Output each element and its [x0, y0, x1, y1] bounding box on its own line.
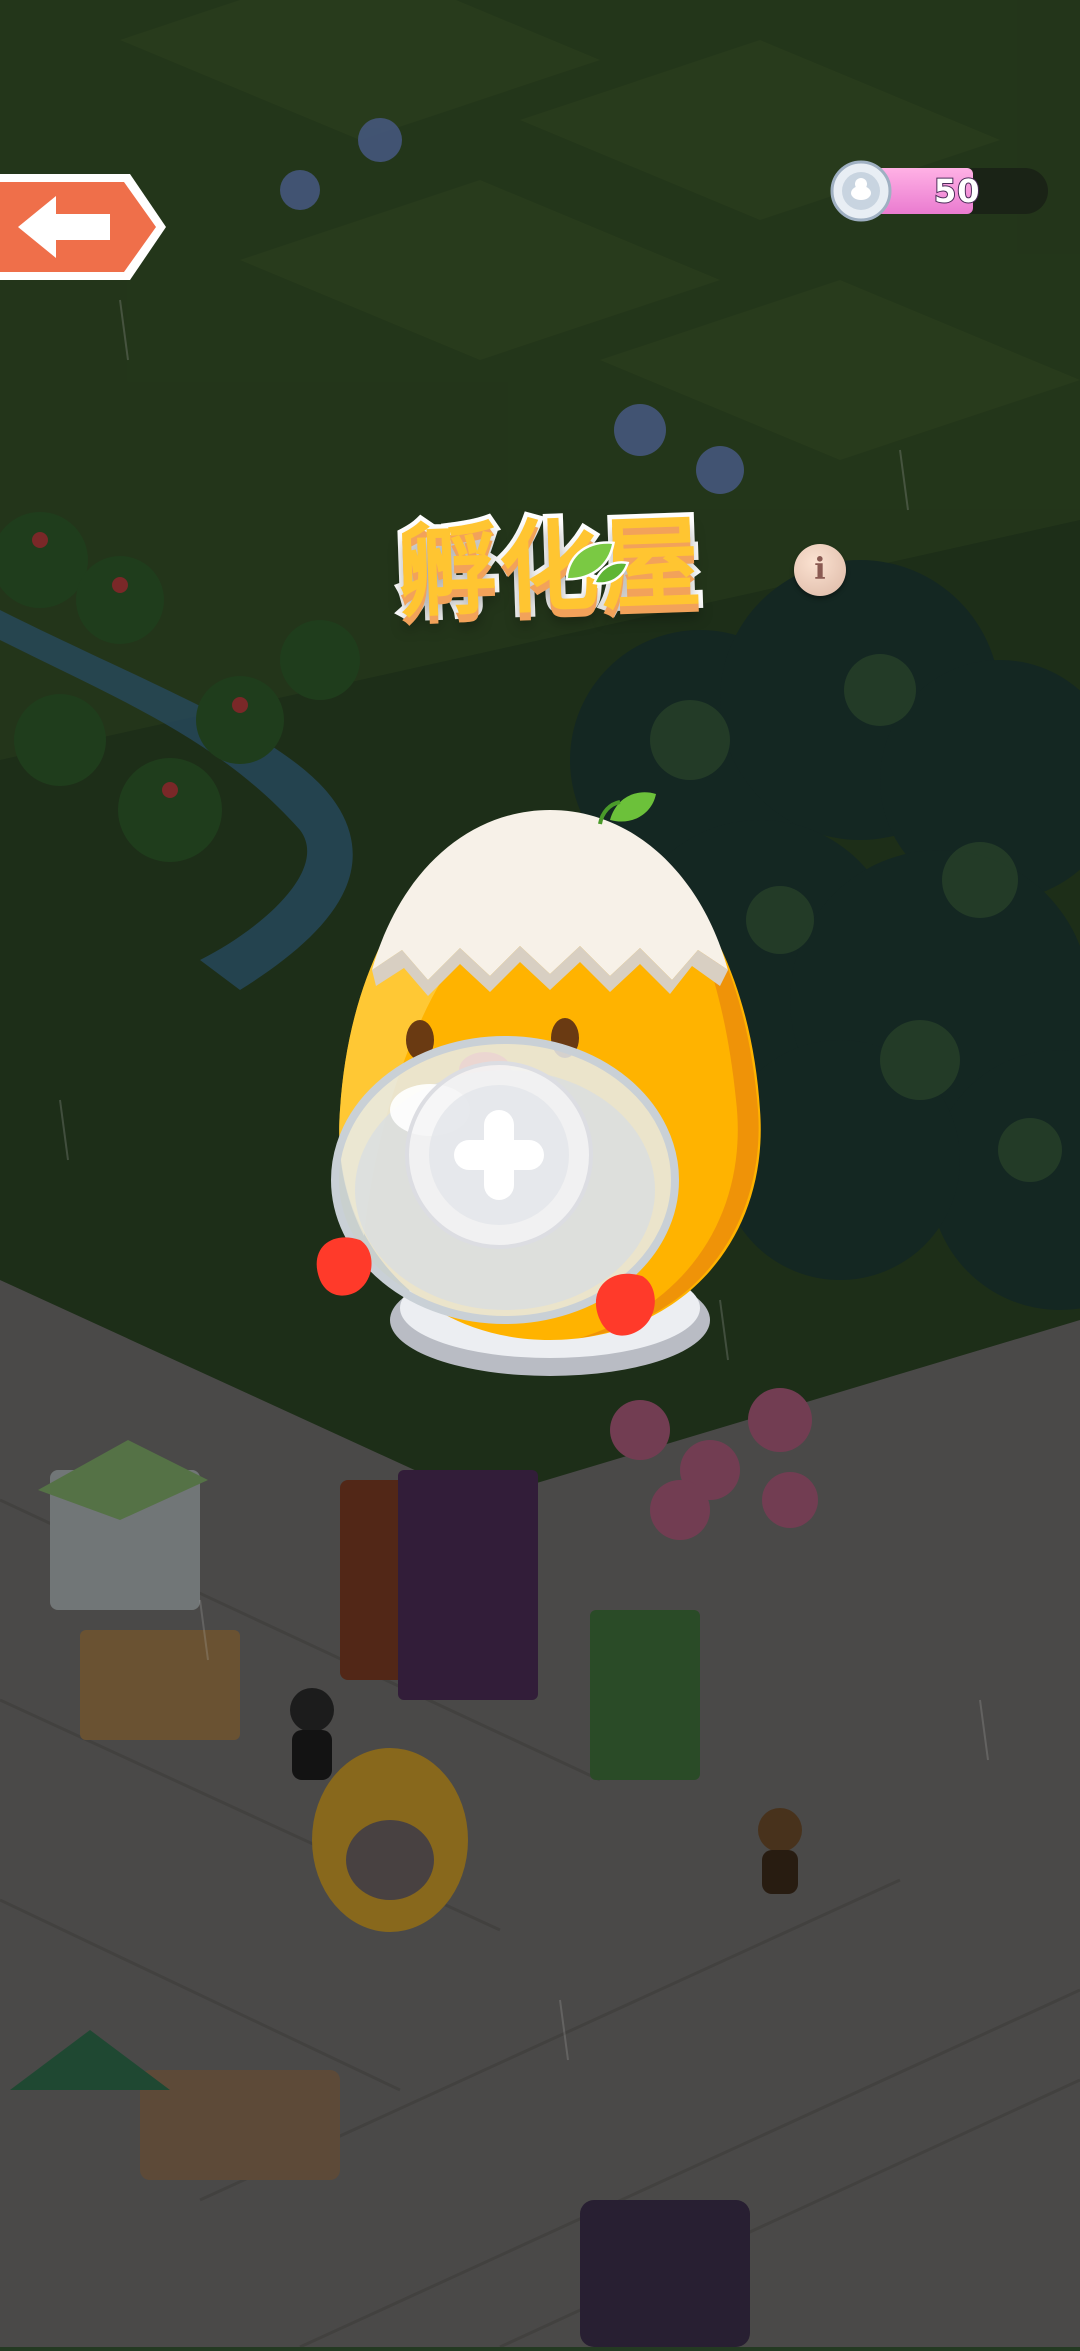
currency-counter: 50 [830, 160, 1050, 222]
silver-coin-icon [830, 160, 892, 222]
info-button[interactable]: i [794, 544, 846, 596]
currency-value: 50 [933, 171, 981, 211]
add-egg-button[interactable] [404, 1060, 594, 1250]
back-button[interactable] [0, 168, 170, 286]
sprout-leaf-icon [565, 541, 630, 585]
plus-icon [405, 1061, 593, 1249]
info-icon: i [814, 552, 826, 587]
arrow-left-icon [0, 174, 166, 280]
page-title: 孵化屋 [391, 499, 710, 636]
